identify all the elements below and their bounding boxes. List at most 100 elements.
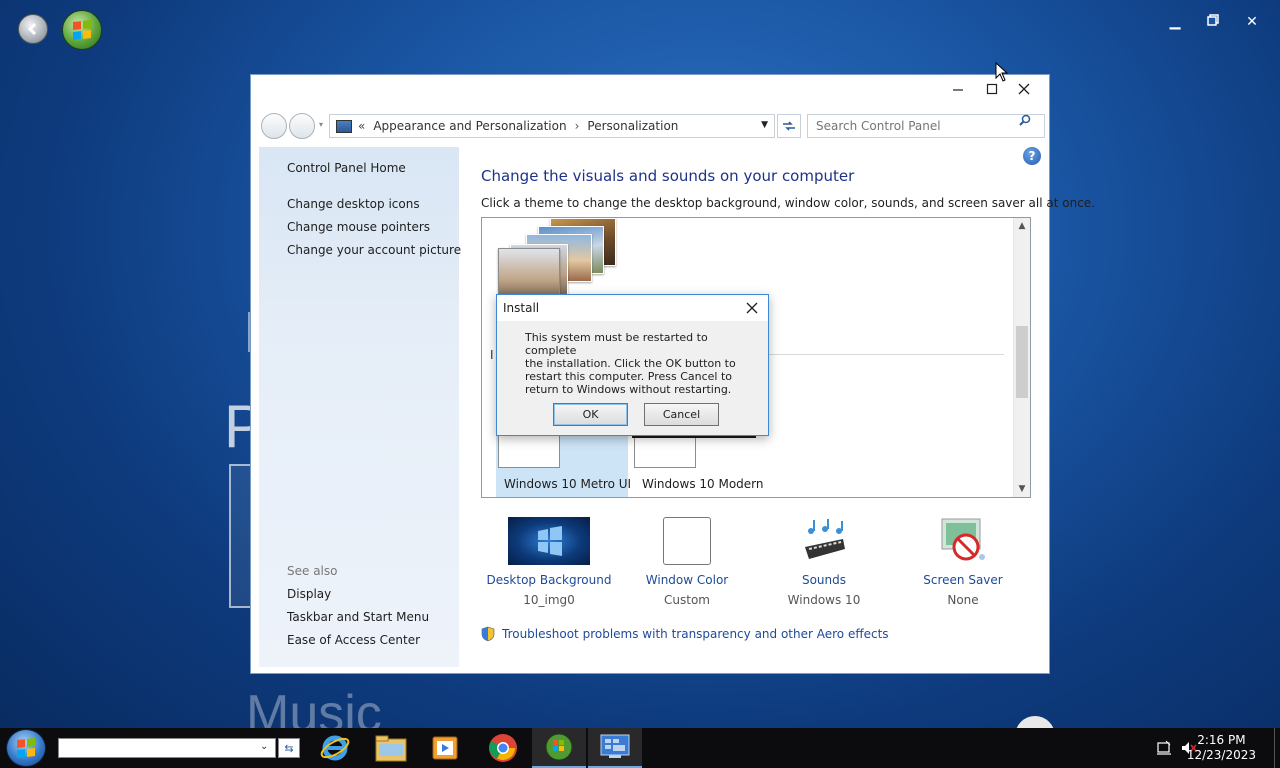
address-dropdown-icon[interactable]: ▼: [761, 120, 768, 130]
screen-saver-option[interactable]: Screen Saver None: [893, 517, 1033, 607]
dialog-title: Install: [503, 301, 540, 315]
control-panel-icon: [600, 734, 630, 758]
control-panel-icon: [336, 119, 352, 133]
chrome-icon: [489, 734, 517, 762]
media-player-icon: [432, 736, 458, 760]
breadcrumb-appearance[interactable]: Appearance and Personalization: [373, 119, 566, 133]
troubleshoot-link[interactable]: Troubleshoot problems with transparency …: [481, 626, 889, 642]
breadcrumb-personalization[interactable]: Personalization: [587, 119, 678, 133]
scroll-down-icon[interactable]: ▼: [1014, 481, 1030, 497]
recent-pages-dropdown[interactable]: ▾: [319, 120, 323, 129]
window-color-icon: [663, 517, 711, 565]
cancel-button[interactable]: Cancel: [644, 403, 719, 426]
address-root-chevron[interactable]: «: [358, 119, 365, 133]
taskbar-address-input[interactable]: [58, 738, 276, 758]
minimize-button[interactable]: [947, 83, 969, 103]
desktop-close-button[interactable]: ✕: [1242, 14, 1262, 30]
sounds-icon: [799, 517, 849, 565]
search-input[interactable]: [807, 114, 1045, 138]
clock-time: 2:16 PM: [1197, 733, 1246, 747]
sounds-option[interactable]: Sounds Windows 10: [754, 517, 894, 607]
sounds-value: Windows 10: [787, 593, 861, 607]
maximize-icon: [986, 83, 998, 95]
screen-saver-value: None: [947, 593, 979, 607]
my-theme-thumbnail[interactable]: [498, 248, 560, 300]
window-color-option[interactable]: Window Color Custom: [617, 517, 757, 607]
dialog-message: This system must be restarted to complet…: [525, 331, 736, 396]
refresh-button[interactable]: [777, 114, 801, 138]
back-arrow-icon: [27, 22, 37, 36]
windows-orb-button[interactable]: [62, 10, 102, 50]
ok-button[interactable]: OK: [553, 403, 628, 426]
sidebar-change-mouse-pointers[interactable]: Change mouse pointers: [287, 220, 430, 234]
taskbar-file-explorer[interactable]: [364, 728, 418, 768]
clock-date: 12/23/2023: [1186, 748, 1256, 762]
nav-forward-button[interactable]: [289, 113, 315, 139]
help-icon[interactable]: ?: [1023, 147, 1041, 165]
start-button[interactable]: [6, 729, 46, 767]
search-icon[interactable]: [1019, 114, 1031, 126]
internet-explorer-icon: [320, 735, 350, 761]
see-also-taskbar[interactable]: Taskbar and Start Menu: [287, 610, 429, 624]
sounds-link[interactable]: Sounds: [754, 573, 894, 587]
window-color-value: Custom: [664, 593, 710, 607]
page-title: Change the visuals and sounds on your co…: [481, 167, 855, 185]
sidebar: Control Panel Home Change desktop icons …: [259, 147, 461, 667]
maximize-button[interactable]: [981, 83, 1003, 103]
dialog-close-button[interactable]: [746, 298, 758, 318]
desktop-background-link[interactable]: Desktop Background: [479, 573, 619, 587]
close-button[interactable]: [1013, 83, 1035, 103]
install-dialog: Install This system must be restarted to…: [496, 294, 769, 436]
taskbar-control-panel[interactable]: [588, 728, 642, 768]
see-also-header: See also: [287, 564, 338, 578]
back-arrow-button[interactable]: [18, 14, 48, 44]
see-also-display[interactable]: Display: [287, 587, 331, 601]
sidebar-change-account-picture[interactable]: Change your account picture: [287, 243, 461, 257]
desktop-background-option[interactable]: Desktop Background 10_img0: [479, 517, 619, 607]
desktop-background-icon: [508, 517, 590, 565]
minimize-icon: [953, 89, 963, 91]
theme-name-modern[interactable]: Windows 10 Modern: [642, 477, 764, 491]
screen-saver-link[interactable]: Screen Saver: [893, 573, 1033, 587]
nav-back-button[interactable]: [261, 113, 287, 139]
windows-logo-icon: [17, 738, 35, 758]
taskbar-chrome[interactable]: [476, 728, 530, 768]
window-color-link[interactable]: Window Color: [617, 573, 757, 587]
close-icon: [1018, 83, 1030, 95]
breadcrumb-separator[interactable]: ›: [575, 119, 580, 133]
close-icon: [746, 302, 758, 314]
desktop-minimize-button[interactable]: ▁: [1165, 14, 1185, 30]
shield-icon: [481, 626, 495, 642]
see-also-ease-of-access[interactable]: Ease of Access Center: [287, 633, 420, 647]
address-bar[interactable]: « Appearance and Personalization › Perso…: [329, 114, 775, 138]
scroll-up-icon[interactable]: ▲: [1014, 218, 1030, 234]
windows-logo-icon: [73, 20, 91, 40]
taskbar: ⌄ ⇆ 2:16 PM 12/23/2023: [0, 728, 1280, 768]
chevron-down-icon[interactable]: ⌄: [260, 741, 268, 752]
desktop-restore-button[interactable]: [1203, 14, 1223, 30]
taskbar-internet-explorer[interactable]: [308, 728, 362, 768]
theme-name-metro[interactable]: Windows 10 Metro UI: [504, 477, 631, 491]
restore-icon: [1207, 14, 1219, 26]
windows-orb-icon: [545, 733, 573, 761]
taskbar-windows-orb[interactable]: [532, 728, 586, 768]
dialog-titlebar: Install: [497, 295, 768, 321]
page-subtitle: Click a theme to change the desktop back…: [481, 196, 1095, 210]
sidebar-control-panel-home[interactable]: Control Panel Home: [287, 161, 406, 175]
taskbar-media-player[interactable]: [418, 728, 472, 768]
sidebar-change-desktop-icons[interactable]: Change desktop icons: [287, 197, 420, 211]
troubleshoot-text[interactable]: Troubleshoot problems with transparency …: [502, 627, 889, 641]
show-desktop-button[interactable]: [1274, 728, 1280, 768]
theme-scrollbar[interactable]: ▲ ▼: [1013, 218, 1030, 497]
taskbar-go-button[interactable]: ⇆: [278, 738, 300, 758]
refresh-icon: [783, 121, 795, 131]
action-center-icon[interactable]: [1156, 740, 1172, 760]
mouse-cursor-icon: [995, 62, 1009, 82]
window-titlebar: [251, 75, 1049, 109]
theme-section-label: I: [490, 348, 494, 362]
scroll-thumb[interactable]: [1016, 326, 1028, 398]
desktop-background-value: 10_img0: [523, 593, 575, 607]
file-explorer-icon: [375, 735, 407, 762]
taskbar-clock[interactable]: 2:16 PM 12/23/2023: [1187, 733, 1256, 763]
address-row: ▾ « Appearance and Personalization › Per…: [259, 111, 1045, 141]
